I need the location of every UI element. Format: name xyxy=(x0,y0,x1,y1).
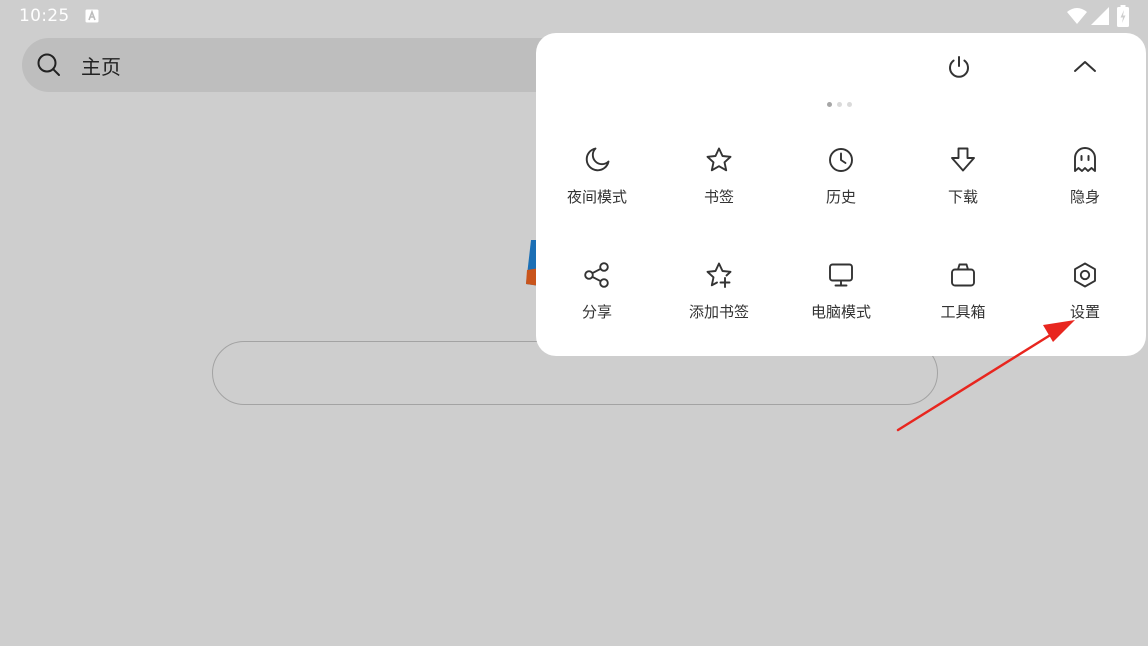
page-dot xyxy=(847,102,852,107)
share-icon xyxy=(584,262,609,288)
menu-item-label: 工具箱 xyxy=(940,303,986,321)
menu-item-toolbox[interactable]: 工具箱 xyxy=(902,260,1024,375)
menu-item-settings[interactable]: 设置 xyxy=(1024,260,1146,375)
status-bar: 10:25 xyxy=(0,0,1148,34)
menu-item-label: 书签 xyxy=(703,188,734,206)
menu-item-add-bookmark[interactable]: 添加书签 xyxy=(658,260,780,375)
monitor-icon xyxy=(829,263,853,287)
menu-item-label: 下载 xyxy=(947,188,978,206)
menu-item-downloads[interactable]: 下载 xyxy=(902,145,1024,260)
menu-item-night-mode[interactable]: 夜间模式 xyxy=(536,145,658,260)
menu-page-indicator xyxy=(827,102,855,108)
menu-item-label: 历史 xyxy=(825,188,856,206)
toolbox-icon xyxy=(951,263,975,287)
power-icon xyxy=(949,56,969,78)
menu-item-incognito[interactable]: 隐身 xyxy=(1024,145,1146,260)
menu-item-share[interactable]: 分享 xyxy=(536,260,658,375)
menu-item-label: 设置 xyxy=(1069,303,1100,321)
collapse-menu-button[interactable] xyxy=(1067,49,1103,85)
settings-hexagon-icon xyxy=(1074,262,1096,288)
search-icon xyxy=(37,53,60,76)
page-dot xyxy=(827,102,832,107)
page-dot xyxy=(837,102,842,107)
menu-item-label: 隐身 xyxy=(1069,188,1100,206)
browser-menu-panel: 夜间模式 书签 历史 下载 隐身 分享 添加书签 电脑模式 工具箱 设置 xyxy=(536,33,1146,356)
menu-item-label: 电脑模式 xyxy=(810,303,871,321)
a-notification-icon xyxy=(85,9,99,23)
menu-item-bookmarks[interactable]: 书签 xyxy=(658,145,780,260)
menu-grid: 夜间模式 书签 历史 下载 隐身 分享 添加书签 电脑模式 工具箱 设置 xyxy=(536,145,1146,375)
menu-item-label: 添加书签 xyxy=(688,303,749,321)
page-title: 主页 xyxy=(81,55,121,79)
exit-button[interactable] xyxy=(941,49,977,85)
menu-item-desktop-mode[interactable]: 电脑模式 xyxy=(780,260,902,375)
star-plus-icon xyxy=(706,262,732,288)
download-arrow-icon xyxy=(951,147,975,172)
address-bar[interactable]: 主页 xyxy=(22,38,582,92)
battery-charging-icon xyxy=(1117,5,1129,27)
menu-item-label: 分享 xyxy=(581,303,612,321)
ghost-icon xyxy=(1074,147,1096,172)
menu-item-label: 夜间模式 xyxy=(566,188,627,206)
menu-item-history[interactable]: 历史 xyxy=(780,145,902,260)
moon-icon xyxy=(585,147,610,172)
chevron-up-icon xyxy=(1074,61,1096,72)
clock-icon xyxy=(829,148,853,172)
wifi-icon xyxy=(1067,8,1087,24)
star-icon xyxy=(706,147,732,172)
status-time: 10:25 xyxy=(19,6,70,26)
signal-icon xyxy=(1091,7,1109,25)
